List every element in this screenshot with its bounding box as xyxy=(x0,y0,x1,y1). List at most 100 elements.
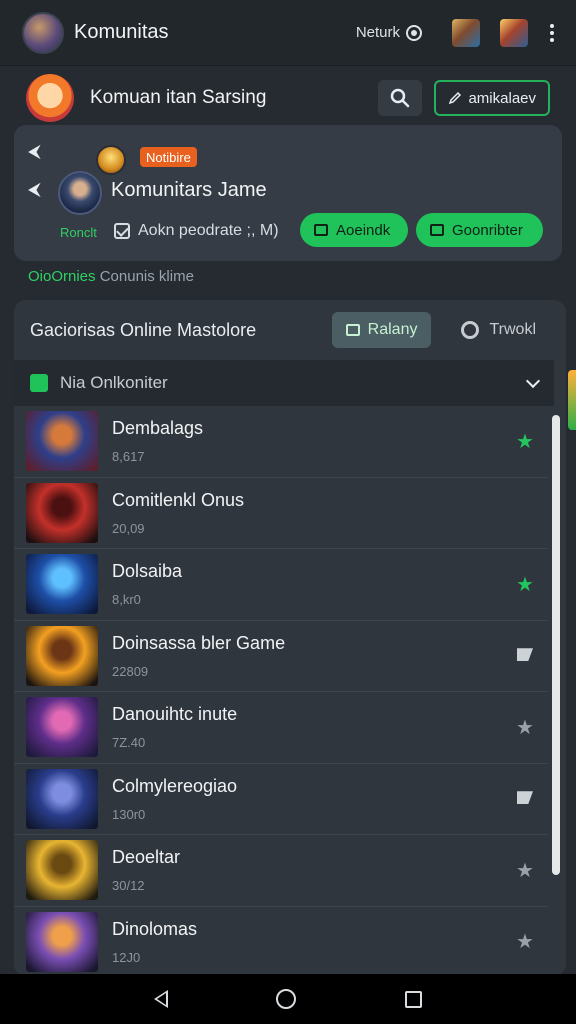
filter-label: Nia Onlkoniter xyxy=(60,373,168,392)
star-icon[interactable]: ★ xyxy=(514,929,536,954)
game-thumbnail xyxy=(26,697,98,758)
games-panel: Gaciorisas Online Mastolore Ralany Trwok… xyxy=(14,300,566,976)
game-title: Dembalags xyxy=(112,418,204,439)
game-row[interactable]: Dembalags 8,617 ★ xyxy=(14,406,548,478)
notification-badge[interactable]: Notibire xyxy=(140,147,197,167)
game-row[interactable]: Colmylereogiao 130r0 xyxy=(14,764,548,835)
game-title: Danouihtc inute xyxy=(112,704,238,725)
game-thumbnail xyxy=(26,911,98,972)
system-nav-bar xyxy=(0,974,576,1024)
checkbox-icon[interactable] xyxy=(114,223,130,239)
flag-shape xyxy=(517,791,533,805)
nav-back-icon[interactable] xyxy=(154,990,169,1008)
edit-button[interactable]: amikalaev xyxy=(434,80,550,116)
back-arrow-icon[interactable]: ⮜ xyxy=(28,179,41,200)
panel-title: Gaciorisas Online Mastolore xyxy=(30,319,257,340)
game-count: 12J0 xyxy=(112,949,141,965)
game-thumbnail xyxy=(26,482,98,543)
community-name: Komunitars Jame xyxy=(111,179,267,201)
chevron-down-icon xyxy=(525,373,541,388)
flag-icon[interactable] xyxy=(514,644,536,667)
status-green-text: OioOrnies xyxy=(28,268,96,285)
game-info: Danouihtc inute 7Z.40 xyxy=(112,704,514,750)
status-text: Conunis klime xyxy=(99,268,194,285)
edit-label: amikalaev xyxy=(468,89,536,107)
favorite-star-icon[interactable]: ★ xyxy=(514,572,536,597)
game-count: 30/12 xyxy=(112,878,145,894)
profile-row: Komuan itan Sarsing amikalaev xyxy=(0,66,576,130)
scrollbar[interactable] xyxy=(552,415,560,875)
nav-home-icon[interactable] xyxy=(276,989,297,1009)
network-icon xyxy=(406,24,422,41)
collapse-arrow-icon[interactable]: ⮜ xyxy=(28,141,41,162)
community-avatar[interactable] xyxy=(58,171,102,215)
game-count: 8,kr0 xyxy=(112,592,141,608)
game-thumbnail xyxy=(26,554,98,615)
flag-icon[interactable] xyxy=(514,787,536,810)
game-title: Doinsassa bler Game xyxy=(112,632,286,653)
notification-avatar xyxy=(96,145,126,175)
primary-action-button[interactable]: Aoeindk xyxy=(300,213,408,247)
game-row[interactable]: Doinsassa bler Game 22809 xyxy=(14,621,548,692)
check-icon xyxy=(430,224,444,236)
flag-shape xyxy=(517,648,533,662)
pencil-icon xyxy=(449,91,462,105)
tab-tools-label: Trwokl xyxy=(489,321,536,338)
profile-name: Komuan itan Sarsing xyxy=(90,87,267,108)
game-info: Colmylereogiao 130r0 xyxy=(112,776,514,822)
network-status[interactable]: Neturk xyxy=(356,24,422,41)
profile-avatar[interactable] xyxy=(26,74,74,122)
game-title: Comitlenkl Onus xyxy=(112,489,245,510)
game-info: Comitlenkl Onus 20,09 xyxy=(112,490,514,536)
tab-tools[interactable]: Trwokl xyxy=(461,321,536,339)
game-title: Dolsaiba xyxy=(112,561,183,582)
game-shortcut-thumbnail[interactable] xyxy=(452,18,480,47)
game-title: Dinolomas xyxy=(112,918,198,939)
community-card: ⮜ ⮜ Notibire Komunitars Jame Ronclt Aokn… xyxy=(14,125,562,261)
game-thumbnail xyxy=(26,840,98,901)
tab-ranking[interactable]: Ralany xyxy=(331,312,432,348)
game-row[interactable]: Danouihtc inute 7Z.40 ★ xyxy=(14,692,548,764)
top-app-bar: Komunitas Neturk xyxy=(0,0,576,66)
game-row[interactable]: Deoeltar 30/12 ★ xyxy=(14,835,548,907)
game-info: Dinolomas 12J0 xyxy=(112,919,514,965)
game-info: Dembalags 8,617 xyxy=(112,418,514,464)
game-count: 7Z.40 xyxy=(112,735,146,751)
game-info: Dolsaiba 8,kr0 xyxy=(112,561,514,607)
network-label: Neturk xyxy=(355,24,400,41)
star-icon[interactable]: ★ xyxy=(514,858,536,883)
game-thumbnail xyxy=(26,411,98,472)
game-count: 22809 xyxy=(112,663,149,679)
side-glow-decoration xyxy=(568,370,576,430)
search-button[interactable] xyxy=(378,80,423,116)
game-count: 20,09 xyxy=(112,520,145,536)
tab-ranking-label: Ralany xyxy=(367,321,418,338)
app-title: Komunitas xyxy=(74,21,169,43)
secondary-action-button[interactable]: Goonribter xyxy=(416,213,543,247)
list-icon xyxy=(345,324,360,336)
status-line: OioOrnies Conunis klime xyxy=(28,268,194,285)
app-avatar[interactable] xyxy=(22,11,64,54)
game-thumbnail xyxy=(26,625,98,686)
checkbox-text: Aokn peodrate ;, M) xyxy=(138,222,279,239)
gear-icon xyxy=(461,321,480,339)
game-list: Dembalags 8,617 ★ Comitlenkl Onus 20,09 Dolsa… xyxy=(14,406,566,976)
more-options-icon[interactable] xyxy=(550,23,554,42)
favorite-star-icon[interactable]: ★ xyxy=(514,429,536,454)
game-row[interactable]: Dinolomas 12J0 ★ xyxy=(14,907,548,977)
filter-dropdown[interactable]: Nia Onlkoniter xyxy=(14,360,554,406)
panel-header: Gaciorisas Online Mastolore Ralany Trwok… xyxy=(14,300,566,360)
game-thumbnail xyxy=(26,768,98,829)
game-shortcut-thumbnail-2[interactable] xyxy=(500,18,528,47)
nav-recent-icon[interactable] xyxy=(404,990,422,1008)
game-row[interactable]: Dolsaiba 8,kr0 ★ xyxy=(14,549,548,621)
filter-icon xyxy=(30,374,48,392)
game-count: 130r0 xyxy=(112,806,146,822)
checkbox-row[interactable]: Aokn peodrate ;, M) xyxy=(114,222,279,240)
list-icon xyxy=(314,224,328,236)
search-icon xyxy=(391,88,410,108)
game-info: Doinsassa bler Game 22809 xyxy=(112,633,514,679)
star-icon[interactable]: ★ xyxy=(514,715,536,740)
secondary-action-label: Goonribter xyxy=(452,221,523,239)
game-row[interactable]: Comitlenkl Onus 20,09 xyxy=(14,478,548,549)
